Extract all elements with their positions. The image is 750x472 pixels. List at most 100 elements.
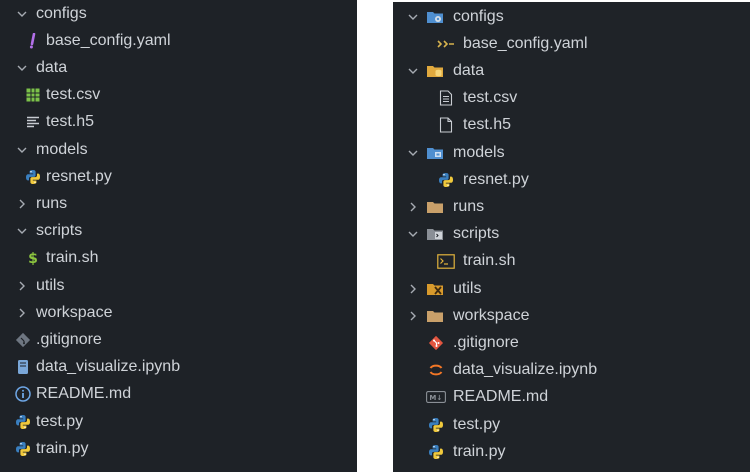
folder-icon xyxy=(425,193,445,220)
tree-folder-row[interactable]: workspace xyxy=(393,302,750,329)
tree-item-label: data xyxy=(36,58,68,76)
folder-scripts-icon xyxy=(425,221,445,248)
tree-item-label: scripts xyxy=(453,225,500,243)
tree-file-row[interactable]: resnet.py xyxy=(393,166,750,193)
tree-item-label: configs xyxy=(453,7,504,25)
tree-item-label: base_config.yaml xyxy=(46,31,171,49)
tree-file-row[interactable]: test.csv xyxy=(0,82,357,109)
tree-file-row[interactable]: test.py xyxy=(393,411,750,438)
chevron-down-icon[interactable] xyxy=(406,57,420,84)
tree-item-label: train.sh xyxy=(463,252,516,270)
tree-item-label: train.py xyxy=(453,442,506,460)
python-icon xyxy=(14,435,32,462)
python-icon xyxy=(426,411,446,438)
folder-data-icon xyxy=(425,57,445,84)
markdown-icon: M↓ xyxy=(426,384,446,411)
tree-item-label: test.csv xyxy=(46,86,101,104)
tree-file-row[interactable]: M↓ README.md xyxy=(393,384,750,411)
yaml-exclamation-icon xyxy=(24,27,42,54)
tree-item-label: utils xyxy=(453,279,482,297)
tree-folder-row[interactable]: utils xyxy=(393,275,750,302)
python-icon xyxy=(426,438,446,465)
tree-file-row[interactable]: train.sh xyxy=(393,248,750,275)
tree-item-label: workspace xyxy=(36,303,113,321)
tree-item-label: data xyxy=(453,61,485,79)
notebook-icon xyxy=(14,354,32,381)
chevron-down-icon[interactable] xyxy=(15,0,29,27)
tree-item-label: .gitignore xyxy=(36,330,102,348)
chevron-right-icon[interactable] xyxy=(406,302,420,329)
tree-item-label: resnet.py xyxy=(463,170,529,188)
tree-folder-row[interactable]: scripts xyxy=(0,218,357,245)
tree-item-label: configs xyxy=(36,4,87,22)
svg-text:$: $ xyxy=(28,251,38,266)
chevron-down-icon[interactable] xyxy=(15,218,29,245)
tree-file-row[interactable]: .gitignore xyxy=(393,329,750,356)
chevron-down-icon[interactable] xyxy=(406,221,420,248)
chevron-down-icon[interactable] xyxy=(15,136,29,163)
tree-item-label: train.py xyxy=(36,439,89,457)
tree-file-row[interactable]: base_config.yaml xyxy=(393,30,750,57)
folder-config-icon xyxy=(425,3,445,30)
tree-item-label: models xyxy=(36,140,88,158)
tree-item-label: test.py xyxy=(36,412,84,430)
terminal-icon xyxy=(436,248,456,275)
folder-icon xyxy=(425,302,445,329)
tree-item-label: resnet.py xyxy=(46,167,112,185)
chevron-right-icon[interactable] xyxy=(15,272,29,299)
folder-utils-icon xyxy=(425,275,445,302)
tree-folder-row[interactable]: data xyxy=(393,57,750,84)
tree-file-row[interactable]: base_config.yaml xyxy=(0,27,357,54)
tree-folder-row[interactable]: models xyxy=(0,136,357,163)
chevron-right-icon[interactable] xyxy=(406,275,420,302)
tree-item-label: README.md xyxy=(36,385,132,403)
folder-models-icon xyxy=(425,139,445,166)
chevron-down-icon[interactable] xyxy=(15,54,29,81)
chevron-down-icon[interactable] xyxy=(406,3,420,30)
tree-item-label: test.h5 xyxy=(463,116,512,134)
git-diamond-icon xyxy=(14,326,32,353)
tree-item-label: utils xyxy=(36,276,65,294)
tree-item-label: data_visualize.ipynb xyxy=(453,361,598,379)
tree-file-row[interactable]: test.h5 xyxy=(393,112,750,139)
tree-file-row[interactable]: train.py xyxy=(393,438,750,465)
tree-file-row[interactable]: .gitignore xyxy=(0,326,357,353)
explorer-panel-right: configs base_config.yamldata test.csv test.… xyxy=(393,2,750,472)
tree-folder-row[interactable]: data xyxy=(0,54,357,81)
tree-item-label: .gitignore xyxy=(453,333,519,351)
tree-item-label: base_config.yaml xyxy=(463,34,588,52)
tree-file-row[interactable]: data_visualize.ipynb xyxy=(393,357,750,384)
tree-file-row[interactable]: train.py xyxy=(0,435,357,462)
svg-text:M↓: M↓ xyxy=(429,394,442,402)
chevron-right-icon[interactable] xyxy=(406,193,420,220)
tree-folder-row[interactable]: utils xyxy=(0,272,357,299)
tree-folder-row[interactable]: scripts xyxy=(393,221,750,248)
tree-folder-row[interactable]: models xyxy=(393,139,750,166)
tree-folder-row[interactable]: runs xyxy=(0,190,357,217)
tree-file-row[interactable]: README.md xyxy=(0,381,357,408)
tree-file-row[interactable]: resnet.py xyxy=(0,163,357,190)
tree-file-row[interactable]: test.h5 xyxy=(0,109,357,136)
tree-folder-row[interactable]: configs xyxy=(0,0,357,27)
git-icon xyxy=(426,329,446,356)
python-icon xyxy=(436,166,456,193)
chevron-down-icon[interactable] xyxy=(406,139,420,166)
explorer-panel-left: configs base_config.yamldata test.csv test.… xyxy=(0,0,357,472)
tree-item-label: workspace xyxy=(453,306,530,324)
tree-folder-row[interactable]: runs xyxy=(393,193,750,220)
tree-file-row[interactable]: test.csv xyxy=(393,85,750,112)
python-icon xyxy=(24,163,42,190)
tree-item-label: test.h5 xyxy=(46,113,95,131)
tree-folder-row[interactable]: workspace xyxy=(0,299,357,326)
python-icon xyxy=(14,408,32,435)
chevron-right-icon[interactable] xyxy=(15,299,29,326)
tree-file-row[interactable]: test.py xyxy=(0,408,357,435)
tree-item-label: runs xyxy=(453,197,485,215)
document-lines-icon xyxy=(436,85,456,112)
tree-file-row[interactable]: data_visualize.ipynb xyxy=(0,354,357,381)
csv-grid-icon xyxy=(24,82,42,109)
tree-item-label: data_visualize.ipynb xyxy=(36,358,181,376)
tree-folder-row[interactable]: configs xyxy=(393,3,750,30)
tree-file-row[interactable]: $ train.sh xyxy=(0,245,357,272)
chevron-right-icon[interactable] xyxy=(15,190,29,217)
